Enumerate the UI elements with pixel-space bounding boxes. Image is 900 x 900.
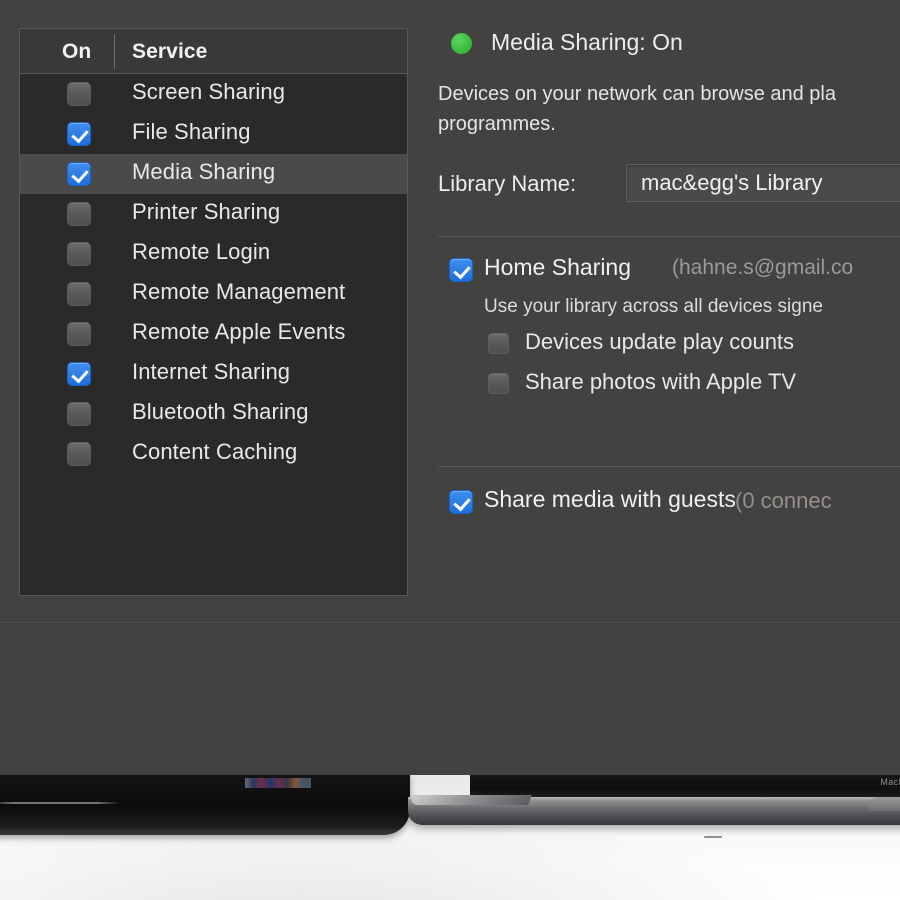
table-row[interactable]: Remote Management: [20, 274, 407, 314]
service-checkbox[interactable]: [67, 362, 91, 391]
service-label: Content Caching: [132, 439, 298, 464]
checkbox-glyph[interactable]: [488, 333, 509, 354]
section-divider-top: [438, 236, 900, 237]
service-label: Remote Management: [132, 279, 346, 304]
checkbox-glyph: [67, 322, 91, 346]
service-checkbox[interactable]: [67, 322, 91, 351]
checkbox-glyph: [67, 282, 91, 306]
home-sharing-checkbox[interactable]: [449, 258, 473, 287]
device-highlight-line: [0, 802, 120, 804]
column-header-service[interactable]: Service: [132, 40, 207, 64]
service-label: File Sharing: [132, 119, 251, 144]
checkbox-glyph: [67, 362, 91, 386]
service-checkbox[interactable]: [67, 162, 91, 191]
service-label: Remote Login: [132, 239, 271, 264]
service-label: Media Sharing: [132, 159, 276, 184]
table-row[interactable]: Content Caching: [20, 434, 407, 474]
checkbox-glyph: [67, 122, 91, 146]
checkbox-glyph: [449, 258, 473, 282]
services-table[interactable]: On Service Screen Sharing File Sharing M…: [19, 28, 408, 596]
home-sharing-description: Use your library across all devices sign…: [484, 296, 823, 317]
table-row[interactable]: Screen Sharing: [20, 74, 407, 114]
table-row[interactable]: File Sharing: [20, 114, 407, 154]
service-checkbox[interactable]: [67, 282, 91, 311]
table-row[interactable]: Media Sharing: [20, 154, 407, 194]
left-device-bezel: [0, 775, 410, 835]
macbook-base-notch: [704, 836, 722, 838]
service-label: Bluetooth Sharing: [132, 399, 309, 424]
service-checkbox[interactable]: [67, 82, 91, 111]
macbook-hinge-edge: [408, 795, 533, 805]
green-status-dot: [451, 33, 472, 54]
sharing-preferences-pane: On Service Screen Sharing File Sharing M…: [0, 0, 900, 775]
checkbox-glyph[interactable]: [488, 373, 509, 394]
service-label: Screen Sharing: [132, 79, 286, 104]
service-label: Printer Sharing: [132, 199, 281, 224]
checkbox-glyph: [67, 402, 91, 426]
table-row[interactable]: Bluetooth Sharing: [20, 394, 407, 434]
table-row[interactable]: Internet Sharing: [20, 354, 407, 394]
option-label: Share photos with Apple TV: [525, 369, 797, 394]
connected-guests-count: (0 connec: [735, 488, 832, 513]
table-row[interactable]: Printer Sharing: [20, 194, 407, 234]
share-with-guests-checkbox[interactable]: [449, 490, 473, 519]
screen-content-sliver: [245, 778, 311, 788]
table-row[interactable]: Remote Apple Events: [20, 314, 407, 354]
services-table-header: On Service: [20, 29, 407, 74]
screenshot-root: On Service Screen Sharing File Sharing M…: [0, 0, 900, 900]
service-description: Devices on your network can browse and p…: [438, 83, 836, 135]
macbook-pro-label: MacBook P: [880, 777, 900, 787]
checkbox-glyph: [67, 162, 91, 186]
library-name-input[interactable]: mac&egg's Library: [626, 164, 900, 202]
service-checkbox[interactable]: [67, 402, 91, 431]
checkbox-glyph: [67, 202, 91, 226]
macbook-base-corner: [868, 797, 900, 811]
services-table-body: Screen Sharing File Sharing Media Sharin…: [20, 74, 407, 474]
checkbox-glyph: [67, 442, 91, 466]
library-name-label: Library Name:: [438, 171, 577, 196]
service-checkbox[interactable]: [67, 242, 91, 271]
column-header-divider: [114, 34, 115, 69]
home-sharing-label: Home Sharing: [484, 254, 632, 280]
pane-bottom-divider: [0, 622, 900, 623]
service-checkbox[interactable]: [67, 122, 91, 151]
checkbox-glyph: [449, 490, 473, 514]
service-checkbox[interactable]: [67, 202, 91, 231]
device-photo: MacBook P: [0, 775, 900, 900]
macbook-pro-device: MacBook P: [408, 775, 900, 838]
home-sharing-account: (hahne.s@gmail.co: [672, 256, 854, 279]
checkbox-glyph: [67, 242, 91, 266]
service-label: Remote Apple Events: [132, 319, 346, 344]
library-name-value: mac&egg's Library: [641, 170, 823, 195]
checkbox-glyph: [67, 82, 91, 106]
share-with-guests-label: Share media with guests: [484, 486, 736, 512]
table-row[interactable]: Remote Login: [20, 234, 407, 274]
service-label: Internet Sharing: [132, 359, 291, 384]
status-badge: Media Sharing: On: [491, 29, 683, 55]
column-header-on[interactable]: On: [62, 40, 91, 64]
section-divider-bottom: [438, 466, 900, 467]
option-label: Devices update play counts: [525, 329, 795, 354]
service-checkbox[interactable]: [67, 442, 91, 471]
media-sharing-detail-panel: Media Sharing: On Devices on your networ…: [438, 24, 900, 584]
